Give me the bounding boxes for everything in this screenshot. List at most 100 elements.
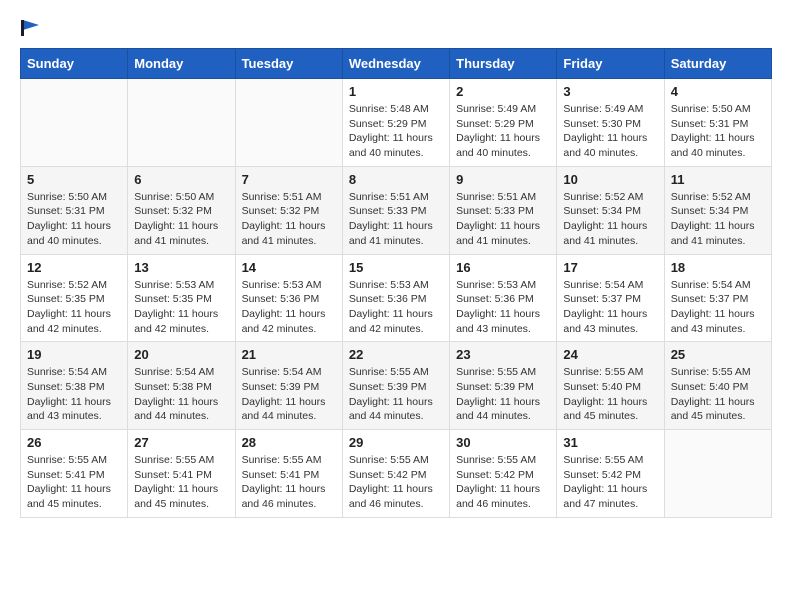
weekday-header-monday: Monday <box>128 49 235 79</box>
calendar-cell: 13Sunrise: 5:53 AM Sunset: 5:35 PM Dayli… <box>128 254 235 342</box>
calendar-cell <box>664 430 771 518</box>
day-number: 26 <box>27 435 121 450</box>
calendar-cell: 26 Sunrise: 5:55 AM Sunset: 5:41 PM Dayli… <box>21 430 128 518</box>
week-row-5: 26 Sunrise: 5:55 AM Sunset: 5:41 PM Dayli… <box>21 430 772 518</box>
day-info: Sunrise: 5:53 AM Sunset: 5:36 PM Dayligh… <box>456 278 550 337</box>
calendar-cell: 25 Sunrise: 5:55 AM Sunset: 5:40 PM Dayli… <box>664 342 771 430</box>
day-info: Sunrise: 5:51 AM Sunset: 5:32 PM Dayligh… <box>242 190 336 249</box>
day-info: Sunrise: 5:55 AM Sunset: 5:40 PM Dayligh… <box>563 365 657 424</box>
weekday-header-thursday: Thursday <box>450 49 557 79</box>
calendar-cell: 9 Sunrise: 5:51 AM Sunset: 5:33 PM Daylig… <box>450 166 557 254</box>
day-number: 5 <box>27 172 121 187</box>
day-info: Sunrise: 5:48 AM Sunset: 5:29 PM Dayligh… <box>349 102 443 161</box>
day-info: Sunrise: 5:55 AM Sunset: 5:39 PM Dayligh… <box>349 365 443 424</box>
calendar-cell: 10 Sunrise: 5:52 AM Sunset: 5:34 PM Dayli… <box>557 166 664 254</box>
day-info: Sunrise: 5:55 AM Sunset: 5:39 PM Dayligh… <box>456 365 550 424</box>
day-info: Sunrise: 5:52 AM Sunset: 5:34 PM Dayligh… <box>671 190 765 249</box>
logo <box>20 20 40 32</box>
day-number: 15 <box>349 260 443 275</box>
weekday-header-sunday: Sunday <box>21 49 128 79</box>
day-number: 10 <box>563 172 657 187</box>
weekday-header-wednesday: Wednesday <box>342 49 449 79</box>
day-number: 22 <box>349 347 443 362</box>
page-header <box>20 20 772 32</box>
day-info: Sunrise: 5:53 AM Sunset: 5:36 PM Dayligh… <box>242 278 336 337</box>
day-info: Sunrise: 5:55 AM Sunset: 5:41 PM Dayligh… <box>27 453 121 512</box>
calendar-cell: 28 Sunrise: 5:55 AM Sunset: 5:41 PM Dayli… <box>235 430 342 518</box>
calendar-cell: 20 Sunrise: 5:54 AM Sunset: 5:38 PM Dayli… <box>128 342 235 430</box>
week-row-2: 5 Sunrise: 5:50 AM Sunset: 5:31 PM Daylig… <box>21 166 772 254</box>
day-info: Sunrise: 5:54 AM Sunset: 5:37 PM Dayligh… <box>671 278 765 337</box>
calendar-cell: 11 Sunrise: 5:52 AM Sunset: 5:34 PM Dayli… <box>664 166 771 254</box>
calendar-cell: 2Sunrise: 5:49 AM Sunset: 5:29 PM Daylig… <box>450 79 557 167</box>
day-number: 20 <box>134 347 228 362</box>
day-number: 9 <box>456 172 550 187</box>
weekday-header-friday: Friday <box>557 49 664 79</box>
calendar-body: 1 Sunrise: 5:48 AM Sunset: 5:29 PM Daylig… <box>21 79 772 518</box>
day-info: Sunrise: 5:55 AM Sunset: 5:42 PM Dayligh… <box>563 453 657 512</box>
calendar-cell: 15 Sunrise: 5:53 AM Sunset: 5:36 PM Dayli… <box>342 254 449 342</box>
day-number: 31 <box>563 435 657 450</box>
day-number: 18 <box>671 260 765 275</box>
logo-text <box>20 20 40 36</box>
calendar-cell: 24Sunrise: 5:55 AM Sunset: 5:40 PM Dayli… <box>557 342 664 430</box>
day-number: 12 <box>27 260 121 275</box>
day-info: Sunrise: 5:52 AM Sunset: 5:34 PM Dayligh… <box>563 190 657 249</box>
week-row-3: 12 Sunrise: 5:52 AM Sunset: 5:35 PM Dayli… <box>21 254 772 342</box>
day-info: Sunrise: 5:54 AM Sunset: 5:38 PM Dayligh… <box>134 365 228 424</box>
calendar-cell: 27Sunrise: 5:55 AM Sunset: 5:41 PM Dayli… <box>128 430 235 518</box>
calendar-cell: 19 Sunrise: 5:54 AM Sunset: 5:38 PM Dayli… <box>21 342 128 430</box>
calendar-cell: 12 Sunrise: 5:52 AM Sunset: 5:35 PM Dayli… <box>21 254 128 342</box>
day-number: 17 <box>563 260 657 275</box>
day-info: Sunrise: 5:50 AM Sunset: 5:31 PM Dayligh… <box>27 190 121 249</box>
weekday-row: SundayMondayTuesdayWednesdayThursdayFrid… <box>21 49 772 79</box>
day-info: Sunrise: 5:51 AM Sunset: 5:33 PM Dayligh… <box>349 190 443 249</box>
calendar-cell: 7 Sunrise: 5:51 AM Sunset: 5:32 PM Daylig… <box>235 166 342 254</box>
day-number: 28 <box>242 435 336 450</box>
day-info: Sunrise: 5:54 AM Sunset: 5:38 PM Dayligh… <box>27 365 121 424</box>
calendar-cell: 30Sunrise: 5:55 AM Sunset: 5:42 PM Dayli… <box>450 430 557 518</box>
day-number: 14 <box>242 260 336 275</box>
day-number: 13 <box>134 260 228 275</box>
week-row-4: 19 Sunrise: 5:54 AM Sunset: 5:38 PM Dayli… <box>21 342 772 430</box>
calendar-cell: 16Sunrise: 5:53 AM Sunset: 5:36 PM Dayli… <box>450 254 557 342</box>
day-number: 6 <box>134 172 228 187</box>
day-info: Sunrise: 5:50 AM Sunset: 5:32 PM Dayligh… <box>134 190 228 249</box>
day-number: 11 <box>671 172 765 187</box>
calendar-cell: 1 Sunrise: 5:48 AM Sunset: 5:29 PM Daylig… <box>342 79 449 167</box>
day-number: 25 <box>671 347 765 362</box>
calendar-cell <box>128 79 235 167</box>
calendar-cell: 4 Sunrise: 5:50 AM Sunset: 5:31 PM Daylig… <box>664 79 771 167</box>
weekday-header-saturday: Saturday <box>664 49 771 79</box>
day-info: Sunrise: 5:55 AM Sunset: 5:40 PM Dayligh… <box>671 365 765 424</box>
day-info: Sunrise: 5:55 AM Sunset: 5:42 PM Dayligh… <box>456 453 550 512</box>
calendar-cell: 23 Sunrise: 5:55 AM Sunset: 5:39 PM Dayli… <box>450 342 557 430</box>
calendar-cell: 18 Sunrise: 5:54 AM Sunset: 5:37 PM Dayli… <box>664 254 771 342</box>
day-number: 29 <box>349 435 443 450</box>
calendar-cell: 31 Sunrise: 5:55 AM Sunset: 5:42 PM Dayli… <box>557 430 664 518</box>
day-number: 19 <box>27 347 121 362</box>
day-info: Sunrise: 5:51 AM Sunset: 5:33 PM Dayligh… <box>456 190 550 249</box>
day-number: 3 <box>563 84 657 99</box>
calendar-cell: 14 Sunrise: 5:53 AM Sunset: 5:36 PM Dayli… <box>235 254 342 342</box>
calendar-cell: 3Sunrise: 5:49 AM Sunset: 5:30 PM Daylig… <box>557 79 664 167</box>
day-number: 8 <box>349 172 443 187</box>
day-number: 7 <box>242 172 336 187</box>
day-info: Sunrise: 5:55 AM Sunset: 5:41 PM Dayligh… <box>242 453 336 512</box>
calendar-cell: 17Sunrise: 5:54 AM Sunset: 5:37 PM Dayli… <box>557 254 664 342</box>
day-number: 2 <box>456 84 550 99</box>
day-info: Sunrise: 5:50 AM Sunset: 5:31 PM Dayligh… <box>671 102 765 161</box>
weekday-header-tuesday: Tuesday <box>235 49 342 79</box>
calendar-cell: 29 Sunrise: 5:55 AM Sunset: 5:42 PM Dayli… <box>342 430 449 518</box>
day-number: 23 <box>456 347 550 362</box>
day-number: 1 <box>349 84 443 99</box>
week-row-1: 1 Sunrise: 5:48 AM Sunset: 5:29 PM Daylig… <box>21 79 772 167</box>
day-number: 21 <box>242 347 336 362</box>
day-info: Sunrise: 5:52 AM Sunset: 5:35 PM Dayligh… <box>27 278 121 337</box>
calendar-header: SundayMondayTuesdayWednesdayThursdayFrid… <box>21 49 772 79</box>
calendar-cell: 8 Sunrise: 5:51 AM Sunset: 5:33 PM Daylig… <box>342 166 449 254</box>
day-info: Sunrise: 5:54 AM Sunset: 5:39 PM Dayligh… <box>242 365 336 424</box>
day-info: Sunrise: 5:53 AM Sunset: 5:36 PM Dayligh… <box>349 278 443 337</box>
day-number: 4 <box>671 84 765 99</box>
day-info: Sunrise: 5:55 AM Sunset: 5:42 PM Dayligh… <box>349 453 443 512</box>
